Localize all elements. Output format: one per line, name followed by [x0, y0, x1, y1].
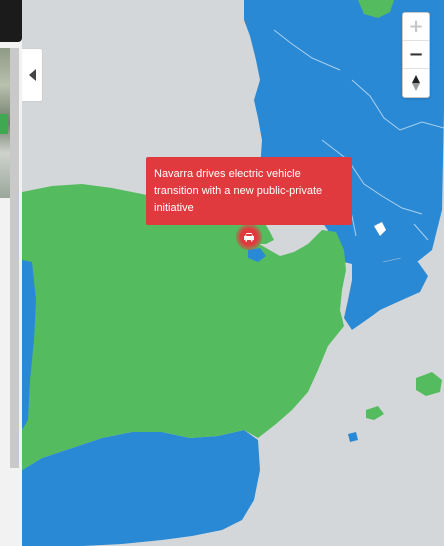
news-marker[interactable]	[236, 224, 262, 250]
zoom-out-button[interactable]: −	[403, 41, 429, 69]
side-panel-scrollbar[interactable]	[10, 48, 19, 468]
chevron-left-icon	[28, 69, 36, 81]
reset-bearing-button[interactable]	[403, 69, 429, 97]
map-view: + − Navarra drives electric vehicle tran…	[0, 0, 444, 546]
compass-icon	[412, 75, 420, 91]
map-layer	[22, 0, 444, 546]
popup-text: Navarra drives electric vehicle transiti…	[154, 168, 323, 214]
thumbnail-badge	[0, 114, 8, 134]
car-icon	[244, 233, 254, 242]
collapse-panel-button[interactable]	[22, 48, 43, 102]
popup-pointer	[241, 214, 257, 223]
zoom-in-button[interactable]: +	[403, 13, 429, 41]
map-canvas[interactable]	[22, 0, 444, 546]
zoom-control: + −	[402, 12, 430, 98]
side-panel	[0, 0, 23, 546]
side-panel-header	[0, 0, 22, 42]
